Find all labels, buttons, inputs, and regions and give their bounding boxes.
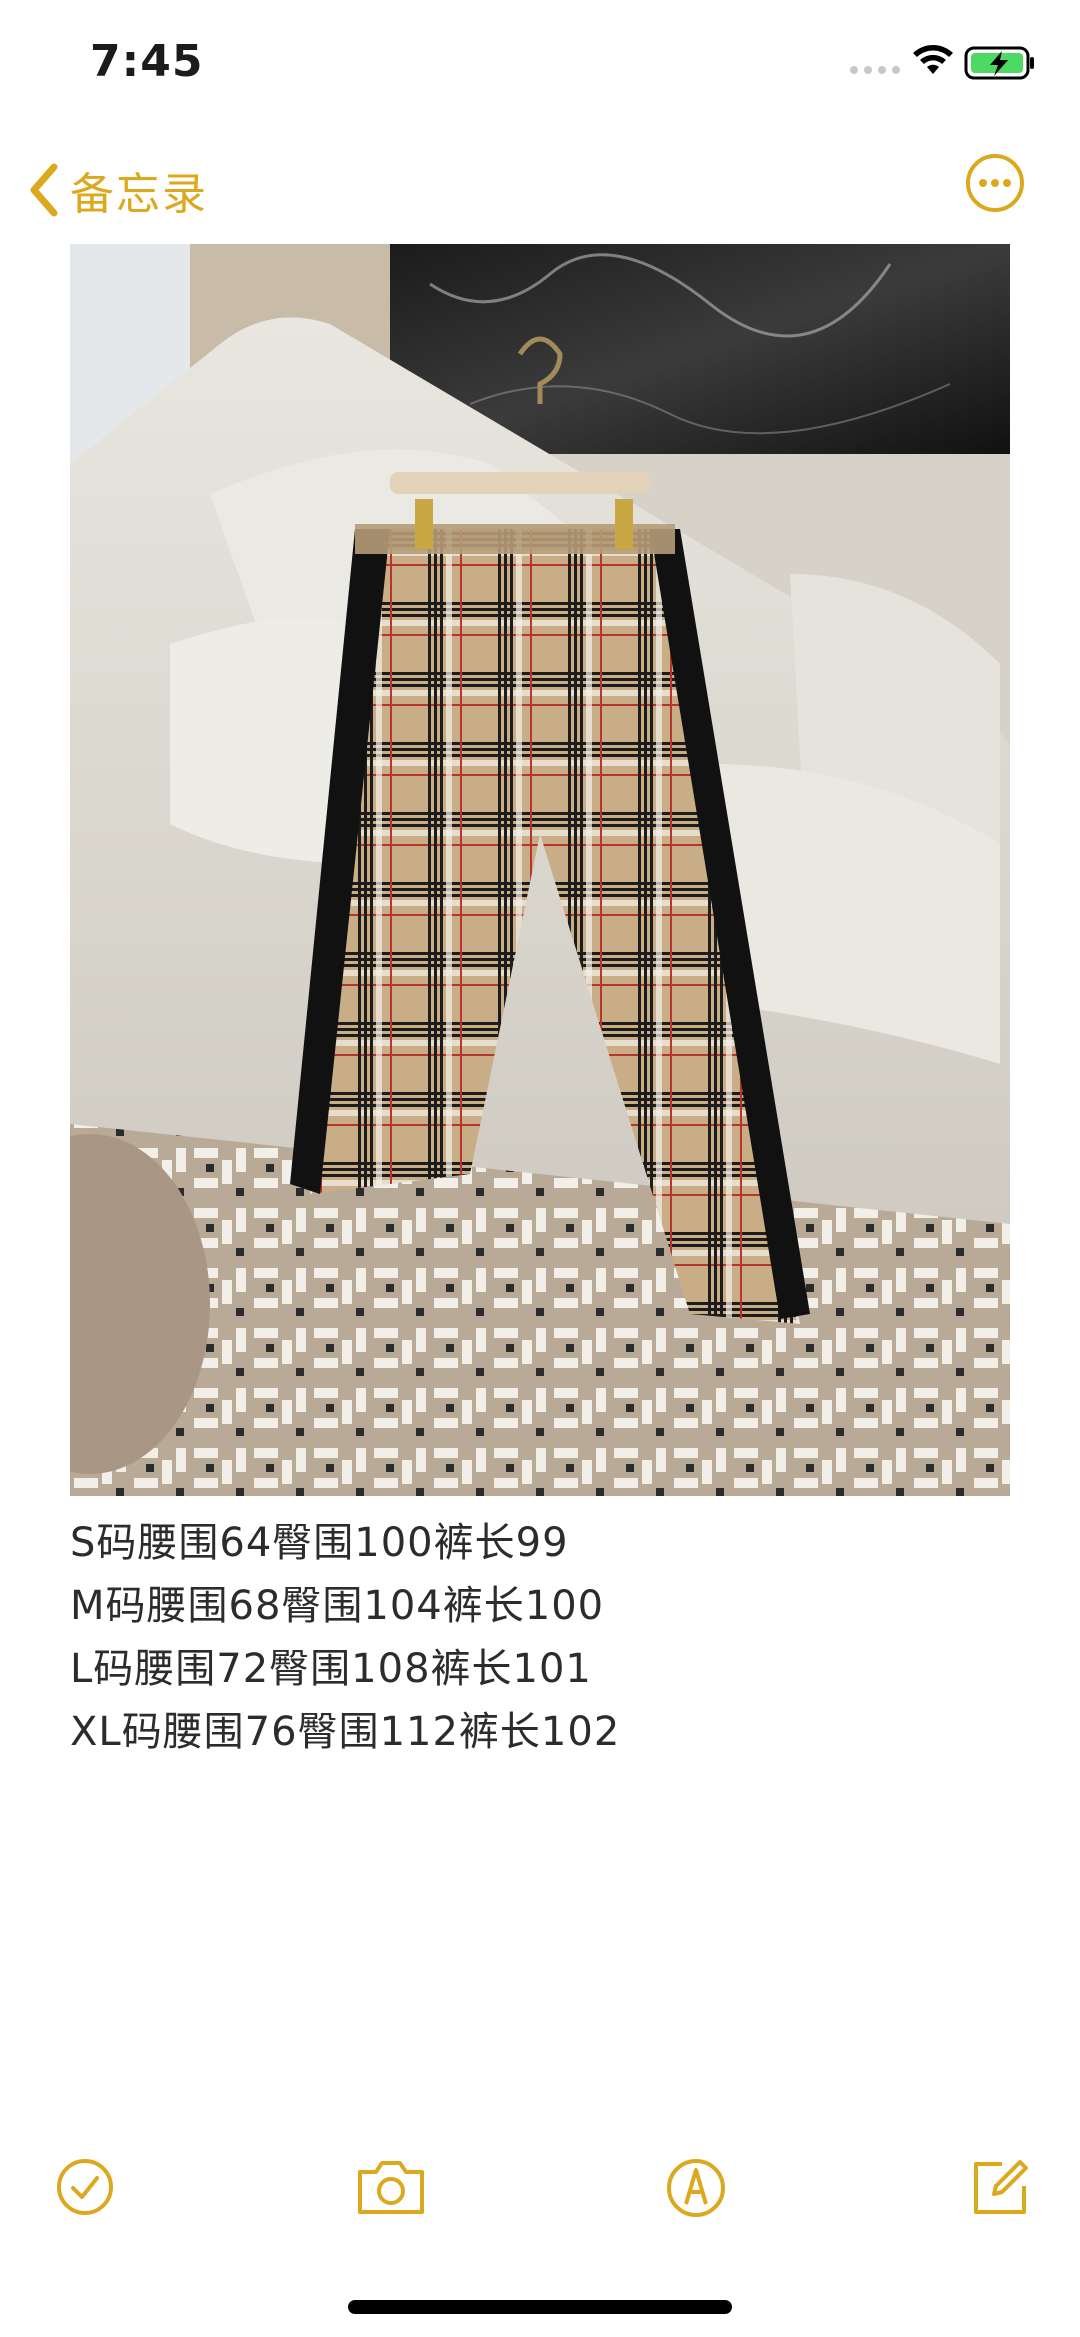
back-label: 备忘录 xyxy=(70,169,208,220)
bottom-toolbar xyxy=(0,2150,1080,2230)
ellipsis-circle-icon[interactable] xyxy=(964,152,1026,214)
note-line: M码腰围68臀围104裤长100 xyxy=(70,1583,605,1629)
battery-charging-icon xyxy=(964,46,1034,80)
camera-icon[interactable] xyxy=(354,2156,428,2218)
checklist-icon[interactable] xyxy=(54,2156,116,2218)
cellular-signal-icon xyxy=(850,66,900,74)
home-indicator[interactable] xyxy=(348,2300,732,2314)
compose-icon[interactable] xyxy=(968,2156,1032,2220)
photo-illustration xyxy=(70,244,1010,1496)
status-time: 7:45 xyxy=(90,36,204,87)
status-bar: 7:45 xyxy=(0,0,1080,130)
note-line: S码腰围64臀围100裤长99 xyxy=(70,1520,569,1566)
wifi-icon xyxy=(913,45,953,74)
markup-icon[interactable] xyxy=(664,2156,728,2220)
note-line: L码腰围72臀围108裤长101 xyxy=(70,1646,592,1692)
note-line: XL码腰围76臀围112裤长102 xyxy=(70,1709,621,1755)
navigation-bar: 备忘录 xyxy=(0,140,1080,230)
back-button[interactable]: 备忘录 xyxy=(28,158,208,222)
product-photo[interactable] xyxy=(70,244,1010,1496)
chevron-left-icon xyxy=(30,163,58,217)
note-body[interactable]: S码腰围64臀围100裤长99 M码腰围68臀围104裤长100 L码腰围72臀… xyxy=(70,1512,1010,1764)
